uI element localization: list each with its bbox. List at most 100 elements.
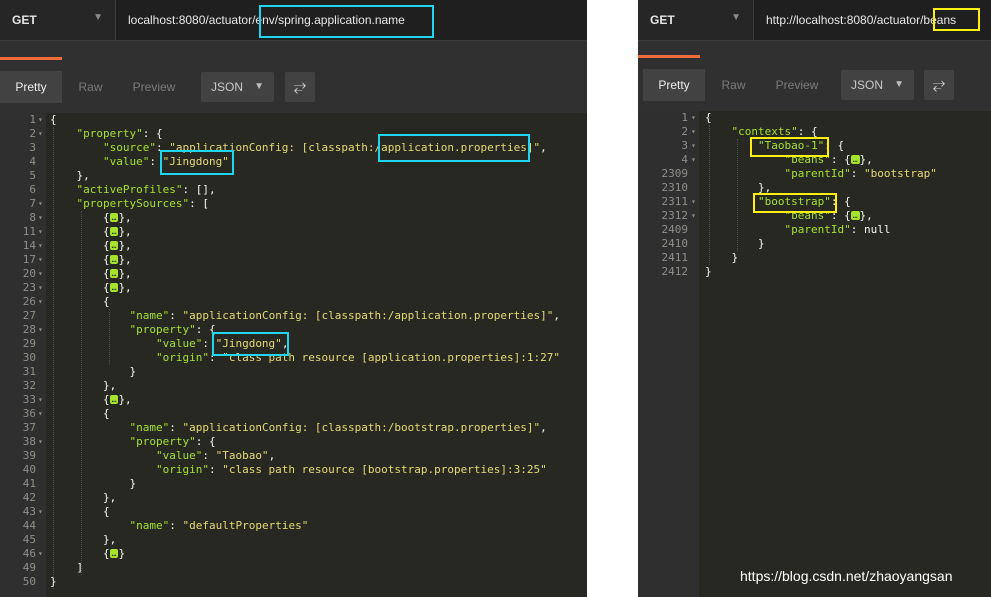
fold-toggle-icon[interactable]: ▾ [38,225,43,239]
url-input[interactable]: http://localhost:8080/actuator/beans [766,13,956,27]
json-key: "parentId" [784,167,851,180]
fold-toggle-icon[interactable]: ▾ [38,547,43,561]
line-number: 44 [22,519,36,532]
line-number: 2409 [661,223,689,236]
line-number: 1 [681,111,688,124]
fold-toggle-icon[interactable]: ▾ [38,435,43,449]
json-punctuation: : { [142,127,163,140]
json-key: "property" [76,127,143,140]
json-key: "origin" [155,463,209,476]
code-line: 6 "activeProfiles": [], [0,183,587,197]
code-line: 20 ▾ {…}, [0,267,587,281]
json-punctuation: { [50,267,110,280]
line-number: 5 [29,169,36,182]
fold-toggle-icon[interactable]: ▾ [691,195,696,209]
tab-pretty[interactable]: Pretty [0,71,62,103]
code-text: }, [50,169,90,183]
code-line: 2 ▾ "property": { [0,127,587,141]
code-line: 23 ▾ {…}, [0,281,587,295]
code-text: }, [705,181,771,195]
line-number: 46 [22,547,36,560]
code-line: 2412} [638,265,991,279]
json-key: "contexts" [731,125,798,138]
fold-toggle-icon[interactable]: ▾ [38,393,43,407]
json-punctuation: }, [50,533,117,546]
json-punctuation [50,183,77,196]
fold-toggle-icon[interactable]: ▾ [38,323,43,337]
code-text: }, [50,533,116,547]
line-number: 2309 [661,167,689,180]
json-key: "beans" [784,153,831,166]
tab-raw[interactable]: Raw [705,69,762,101]
wrap-lines-icon[interactable]: ⥂ [285,72,315,102]
method-dropdown[interactable]: GET ▼ [638,0,754,40]
json-punctuation: { [50,239,110,252]
code-text: "beans": {…}, [705,153,873,167]
line-number: 6 [29,183,36,196]
line-number: 32 [22,379,36,392]
code-text: {…}, [50,393,132,407]
collapsed-block-icon[interactable]: … [850,155,860,164]
line-number: 28 [22,323,36,336]
tab-raw[interactable]: Raw [62,71,119,103]
fold-toggle-icon[interactable]: ▾ [38,253,43,267]
json-punctuation: }, [859,153,873,166]
url-input[interactable]: localhost:8080/actuator/env/spring.appli… [128,13,405,27]
code-line: 50} [0,575,587,589]
fold-toggle-icon[interactable]: ▾ [38,267,43,281]
code-line: 42 }, [0,491,587,505]
code-text: "activeProfiles": [], [50,183,216,197]
json-punctuation: }, [118,281,132,294]
fold-toggle-icon[interactable]: ▾ [38,127,43,141]
code-text: "property": { [50,127,163,141]
json-key: "propertySources" [76,197,190,210]
code-line: 33 ▾ {…}, [0,393,587,407]
tab-pretty[interactable]: Pretty [643,69,705,101]
fold-toggle-icon[interactable]: ▾ [38,197,43,211]
line-number: 27 [22,309,36,322]
fold-toggle-icon[interactable]: ▾ [691,209,696,223]
format-dropdown[interactable]: JSON ▼ [201,72,274,102]
fold-toggle-icon[interactable]: ▾ [38,211,43,225]
json-punctuation: }, [50,169,90,182]
fold-toggle-icon[interactable]: ▾ [38,505,43,519]
fold-toggle-icon[interactable]: ▾ [691,111,696,125]
json-punctuation: : [149,155,163,168]
code-line: 7 ▾ "propertySources": [ [0,197,587,211]
line-number: 30 [22,351,36,364]
fold-toggle-icon[interactable]: ▾ [38,281,43,295]
code-text: } [705,251,738,265]
json-punctuation: { [705,111,712,124]
method-dropdown[interactable]: GET ▼ [0,0,116,40]
code-line: 41 } [0,477,587,491]
json-punctuation: }, [118,393,132,406]
tab-preview[interactable]: Preview [119,71,189,103]
code-text: {…}, [50,239,132,253]
fold-toggle-icon[interactable]: ▾ [38,407,43,421]
fold-toggle-icon[interactable]: ▾ [38,239,43,253]
fold-toggle-icon[interactable]: ▾ [38,113,43,127]
code-text: } [705,265,712,279]
line-number: 1 [29,113,36,126]
code-line: 32 }, [0,379,587,393]
code-line: 5 }, [0,169,587,183]
format-label: JSON [851,78,884,92]
fold-toggle-icon[interactable]: ▾ [691,153,696,167]
json-punctuation [50,449,156,462]
wrap-lines-icon[interactable]: ⥂ [924,70,954,100]
line-number: 40 [22,463,36,476]
code-line: 11 ▾ {…}, [0,225,587,239]
line-number: 3 [681,139,688,152]
tab-preview[interactable]: Preview [762,69,832,101]
format-dropdown[interactable]: JSON ▼ [841,70,914,100]
chevron-down-icon: ▼ [93,12,103,23]
fold-toggle-icon[interactable]: ▾ [38,295,43,309]
code-line: 2411 } [638,251,991,265]
code-line: 29 "value": "Jingdong", [0,337,587,351]
fold-toggle-icon[interactable]: ▾ [691,125,696,139]
line-number: 17 [22,253,36,266]
line-number: 41 [22,477,36,490]
fold-toggle-icon[interactable]: ▾ [691,139,696,153]
collapsed-block-icon[interactable]: … [850,211,860,220]
json-string: "class path resource [bootstrap.properti… [222,463,547,476]
